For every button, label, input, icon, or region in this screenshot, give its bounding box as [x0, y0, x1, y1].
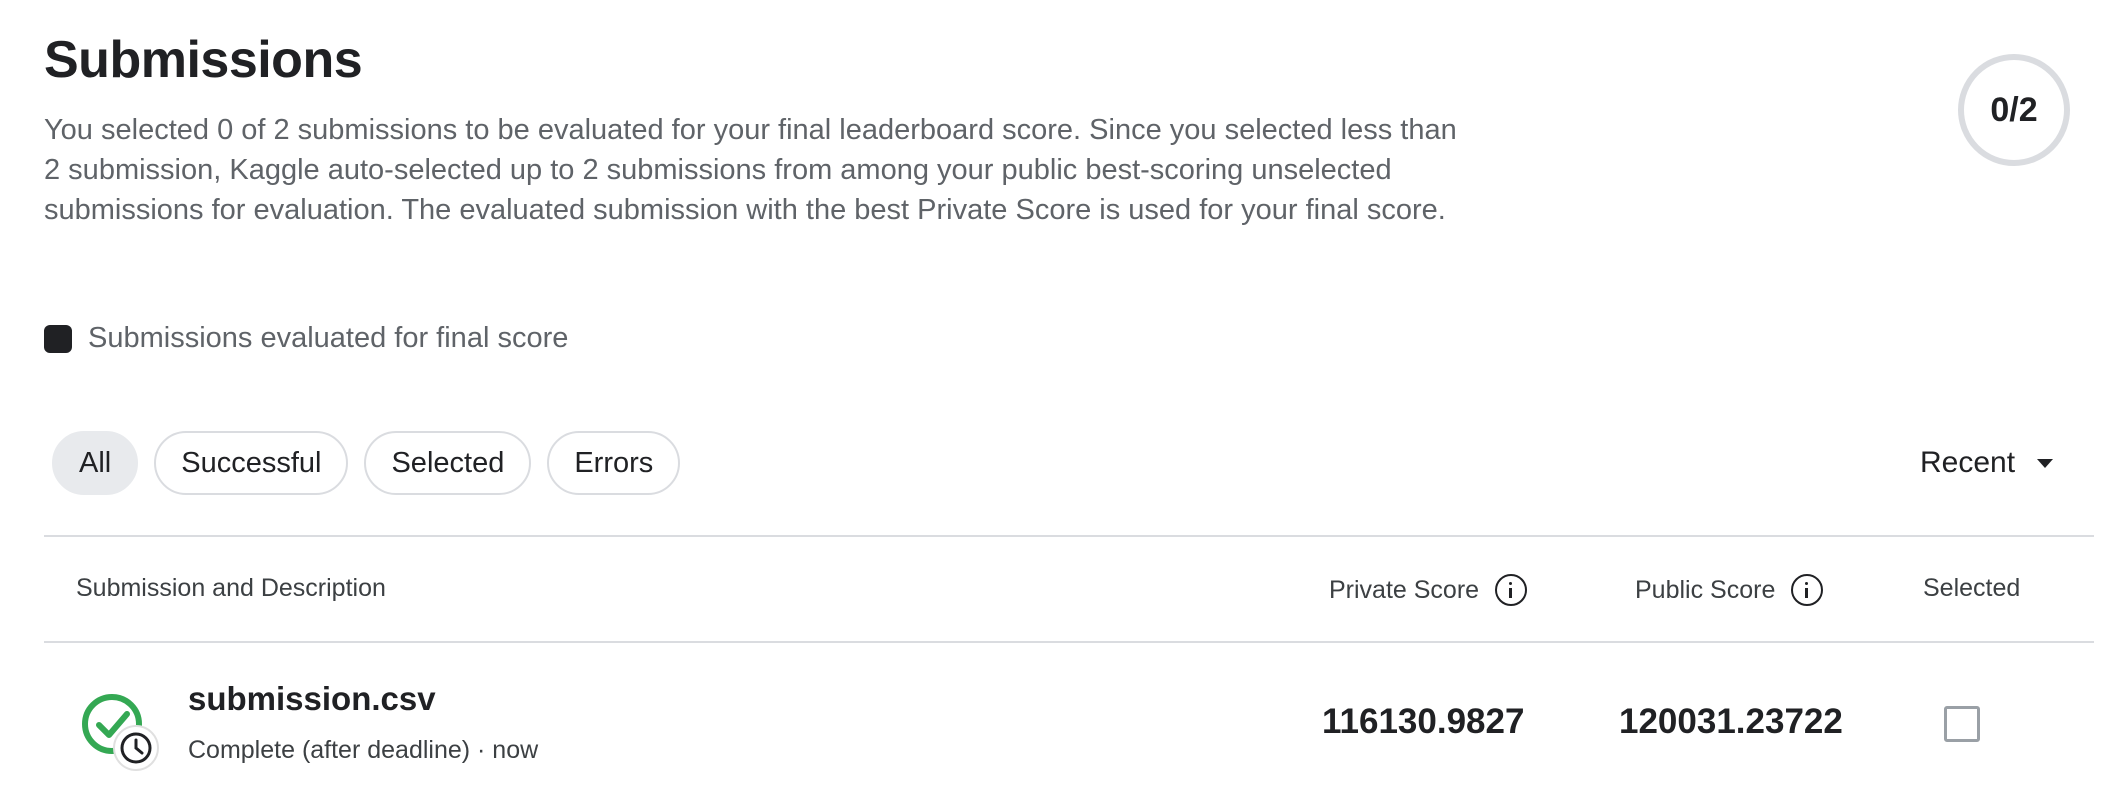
header-submission-description: Submission and Description — [76, 574, 386, 603]
sort-label: Recent — [1920, 446, 2016, 479]
private-score-value: 116130.9827 — [1322, 702, 1525, 741]
header-public-score-label: Public Score — [1635, 575, 1776, 604]
check-clock-icon — [80, 692, 160, 772]
filter-chip-errors[interactable]: Errors — [547, 431, 681, 495]
filter-chip-successful[interactable]: Successful — [154, 431, 349, 495]
selected-checkbox[interactable] — [1944, 706, 1980, 742]
public-score-info-icon[interactable] — [1791, 574, 1824, 606]
selection-counter: 0/2 — [1958, 54, 2070, 166]
header-selected-label: Selected — [1923, 574, 2021, 602]
filter-chips: All Successful Selected Errors — [52, 431, 681, 495]
public-score-value: 120031.23722 — [1619, 702, 1843, 741]
legend: Submissions evaluated for final score — [44, 322, 568, 355]
table-header-divider — [44, 641, 2094, 643]
submission-status: Complete (after deadline) · now — [188, 736, 539, 764]
sort-dropdown[interactable]: Recent — [1920, 446, 2054, 480]
filter-chip-all[interactable]: All — [52, 431, 139, 495]
header-private-score: Private Score — [1329, 574, 1528, 606]
submissions-page: Submissions You selected 0 of 2 submissi… — [0, 0, 2124, 792]
header-selected: Selected — [1923, 574, 2020, 603]
page-title: Submissions — [44, 31, 363, 89]
filter-chip-selected[interactable]: Selected — [364, 431, 532, 495]
private-score-info-icon[interactable] — [1495, 574, 1528, 606]
legend-label: Submissions evaluated for final score — [88, 322, 569, 354]
header-private-score-label: Private Score — [1329, 575, 1480, 604]
submission-filename[interactable]: submission.csv — [188, 680, 436, 718]
table-top-divider — [44, 535, 2094, 537]
caret-down-icon — [2037, 458, 2054, 468]
submissions-description: You selected 0 of 2 submissions to be ev… — [44, 114, 1457, 226]
header-submission-description-label: Submission and Description — [76, 574, 386, 602]
header-public-score: Public Score — [1635, 574, 1824, 606]
legend-swatch — [44, 324, 72, 353]
